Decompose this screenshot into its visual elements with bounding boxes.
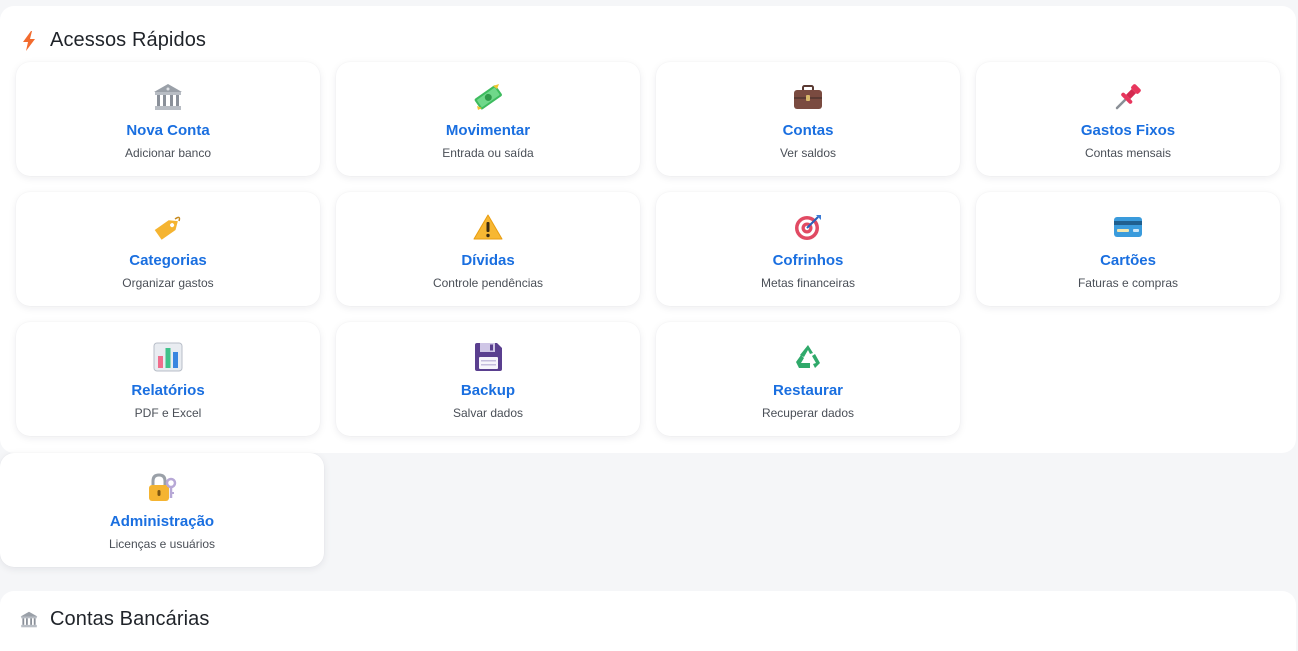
card-subtitle: Metas financeiras [760, 276, 856, 290]
quick-access-title: Acessos Rápidos [50, 29, 207, 51]
card-label: Nova Conta [126, 122, 210, 139]
card-subtitle: Salvar dados [452, 406, 524, 420]
card-subtitle: Contas mensais [1084, 146, 1172, 160]
quick-access-panel: Acessos Rápidos Nova Conta Adicionar ban… [0, 6, 1296, 453]
card-subtitle: Recuperar dados [761, 406, 855, 420]
pushpin-icon [976, 80, 1280, 114]
card-label: Gastos Fixos [1080, 122, 1176, 139]
card-label: Cofrinhos [772, 252, 844, 269]
bank-icon [20, 610, 38, 629]
card-administracao[interactable]: Administração Licenças e usuários [0, 453, 324, 567]
card-nova-conta[interactable]: Nova Conta Adicionar banco [16, 62, 320, 176]
card-dividas[interactable]: Dívidas Controle pendências [336, 192, 640, 306]
card-movimentar[interactable]: Movimentar Entrada ou saída [336, 62, 640, 176]
bank-accounts-header: Contas Bancárias [20, 608, 209, 631]
card-relatorios[interactable]: Relatórios PDF e Excel [16, 322, 320, 436]
card-subtitle: Ver saldos [779, 146, 837, 160]
bar-chart-icon [16, 340, 320, 374]
card-subtitle: Organizar gastos [122, 276, 214, 290]
card-label: Dívidas [461, 252, 515, 269]
card-label: Backup [460, 382, 516, 399]
bank-accounts-panel: Contas Bancárias [0, 591, 1296, 651]
card-cartoes[interactable]: Cartões Faturas e compras [976, 192, 1280, 306]
card-subtitle: Controle pendências [432, 276, 544, 290]
bank-accounts-title: Contas Bancárias [50, 608, 210, 630]
lightning-icon [20, 30, 38, 51]
card-label: Relatórios [131, 382, 205, 399]
card-subtitle: Faturas e compras [1077, 276, 1179, 290]
card-subtitle: Entrada ou saída [442, 146, 534, 160]
briefcase-icon [656, 80, 960, 114]
lock-key-icon [0, 471, 324, 505]
card-categorias[interactable]: Categorias Organizar gastos [16, 192, 320, 306]
card-label: Contas [782, 122, 834, 139]
target-icon [656, 210, 960, 244]
card-label: Categorias [129, 252, 207, 269]
money-icon [336, 80, 640, 114]
card-subtitle: PDF e Excel [134, 406, 202, 420]
card-contas[interactable]: Contas Ver saldos [656, 62, 960, 176]
warning-icon [336, 210, 640, 244]
card-label: Administração [109, 513, 215, 530]
tag-icon [16, 210, 320, 244]
quick-access-header: Acessos Rápidos [20, 29, 206, 52]
card-restaurar[interactable]: Restaurar Recuperar dados [656, 322, 960, 436]
card-gastos-fixos[interactable]: Gastos Fixos Contas mensais [976, 62, 1280, 176]
card-label: Restaurar [772, 382, 844, 399]
card-label: Movimentar [445, 122, 531, 139]
recycle-icon [656, 340, 960, 374]
card-subtitle: Adicionar banco [124, 146, 212, 160]
credit-card-icon [976, 210, 1280, 244]
bank-icon [16, 80, 320, 114]
card-backup[interactable]: Backup Salvar dados [336, 322, 640, 436]
card-label: Cartões [1100, 252, 1156, 269]
floppy-disk-icon [336, 340, 640, 374]
card-subtitle: Licenças e usuários [108, 537, 216, 551]
card-cofrinhos[interactable]: Cofrinhos Metas financeiras [656, 192, 960, 306]
